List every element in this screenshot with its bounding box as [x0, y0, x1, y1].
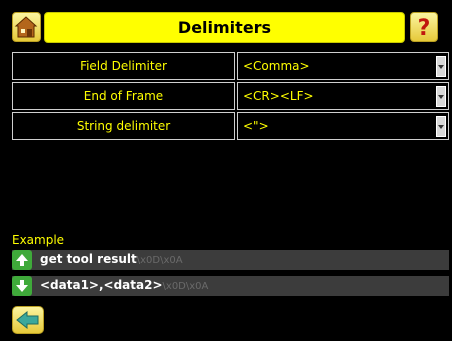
setting-row-field-delimiter: Field Delimiter <Comma> [12, 52, 449, 80]
setting-row-string-delimiter: String delimiter <"> [12, 112, 449, 140]
header: Delimiters ? [12, 12, 439, 44]
dropdown-arrow-icon[interactable] [436, 116, 446, 137]
dropdown-arrow-icon[interactable] [436, 86, 446, 107]
string-delimiter-select[interactable]: <"> [237, 112, 449, 140]
setting-value: <Comma> [243, 59, 310, 73]
example-label: Example [12, 233, 65, 247]
home-button[interactable] [12, 12, 41, 42]
setting-value: <"> [243, 119, 269, 133]
example-text: <data1>,<data2>\x0D\x0A [40, 278, 209, 292]
end-of-frame-select[interactable]: <CR><LF> [237, 82, 449, 110]
setting-label: Field Delimiter [12, 52, 235, 80]
example-text: get tool result\x0D\x0A [40, 252, 183, 266]
setting-label: End of Frame [12, 82, 235, 110]
example-row-send: get tool result\x0D\x0A [12, 250, 449, 270]
home-icon [14, 16, 38, 38]
page-title: Delimiters [44, 12, 405, 43]
help-button[interactable]: ? [410, 12, 438, 42]
svg-text:?: ? [418, 16, 431, 40]
setting-label: String delimiter [12, 112, 235, 140]
setting-value: <CR><LF> [243, 89, 314, 103]
back-arrow-icon [16, 311, 39, 329]
download-arrow-icon [12, 276, 32, 296]
dropdown-arrow-icon[interactable] [436, 56, 446, 77]
control-chars: \x0D\x0A [162, 281, 209, 292]
settings-grid: Field Delimiter <Comma> End of Frame <CR… [12, 52, 449, 142]
control-chars: \x0D\x0A [136, 255, 183, 266]
example-row-receive: <data1>,<data2>\x0D\x0A [12, 276, 449, 296]
upload-arrow-icon [12, 250, 32, 270]
setting-row-end-of-frame: End of Frame <CR><LF> [12, 82, 449, 110]
help-icon: ? [418, 16, 431, 40]
field-delimiter-select[interactable]: <Comma> [237, 52, 449, 80]
back-button[interactable] [12, 306, 44, 334]
